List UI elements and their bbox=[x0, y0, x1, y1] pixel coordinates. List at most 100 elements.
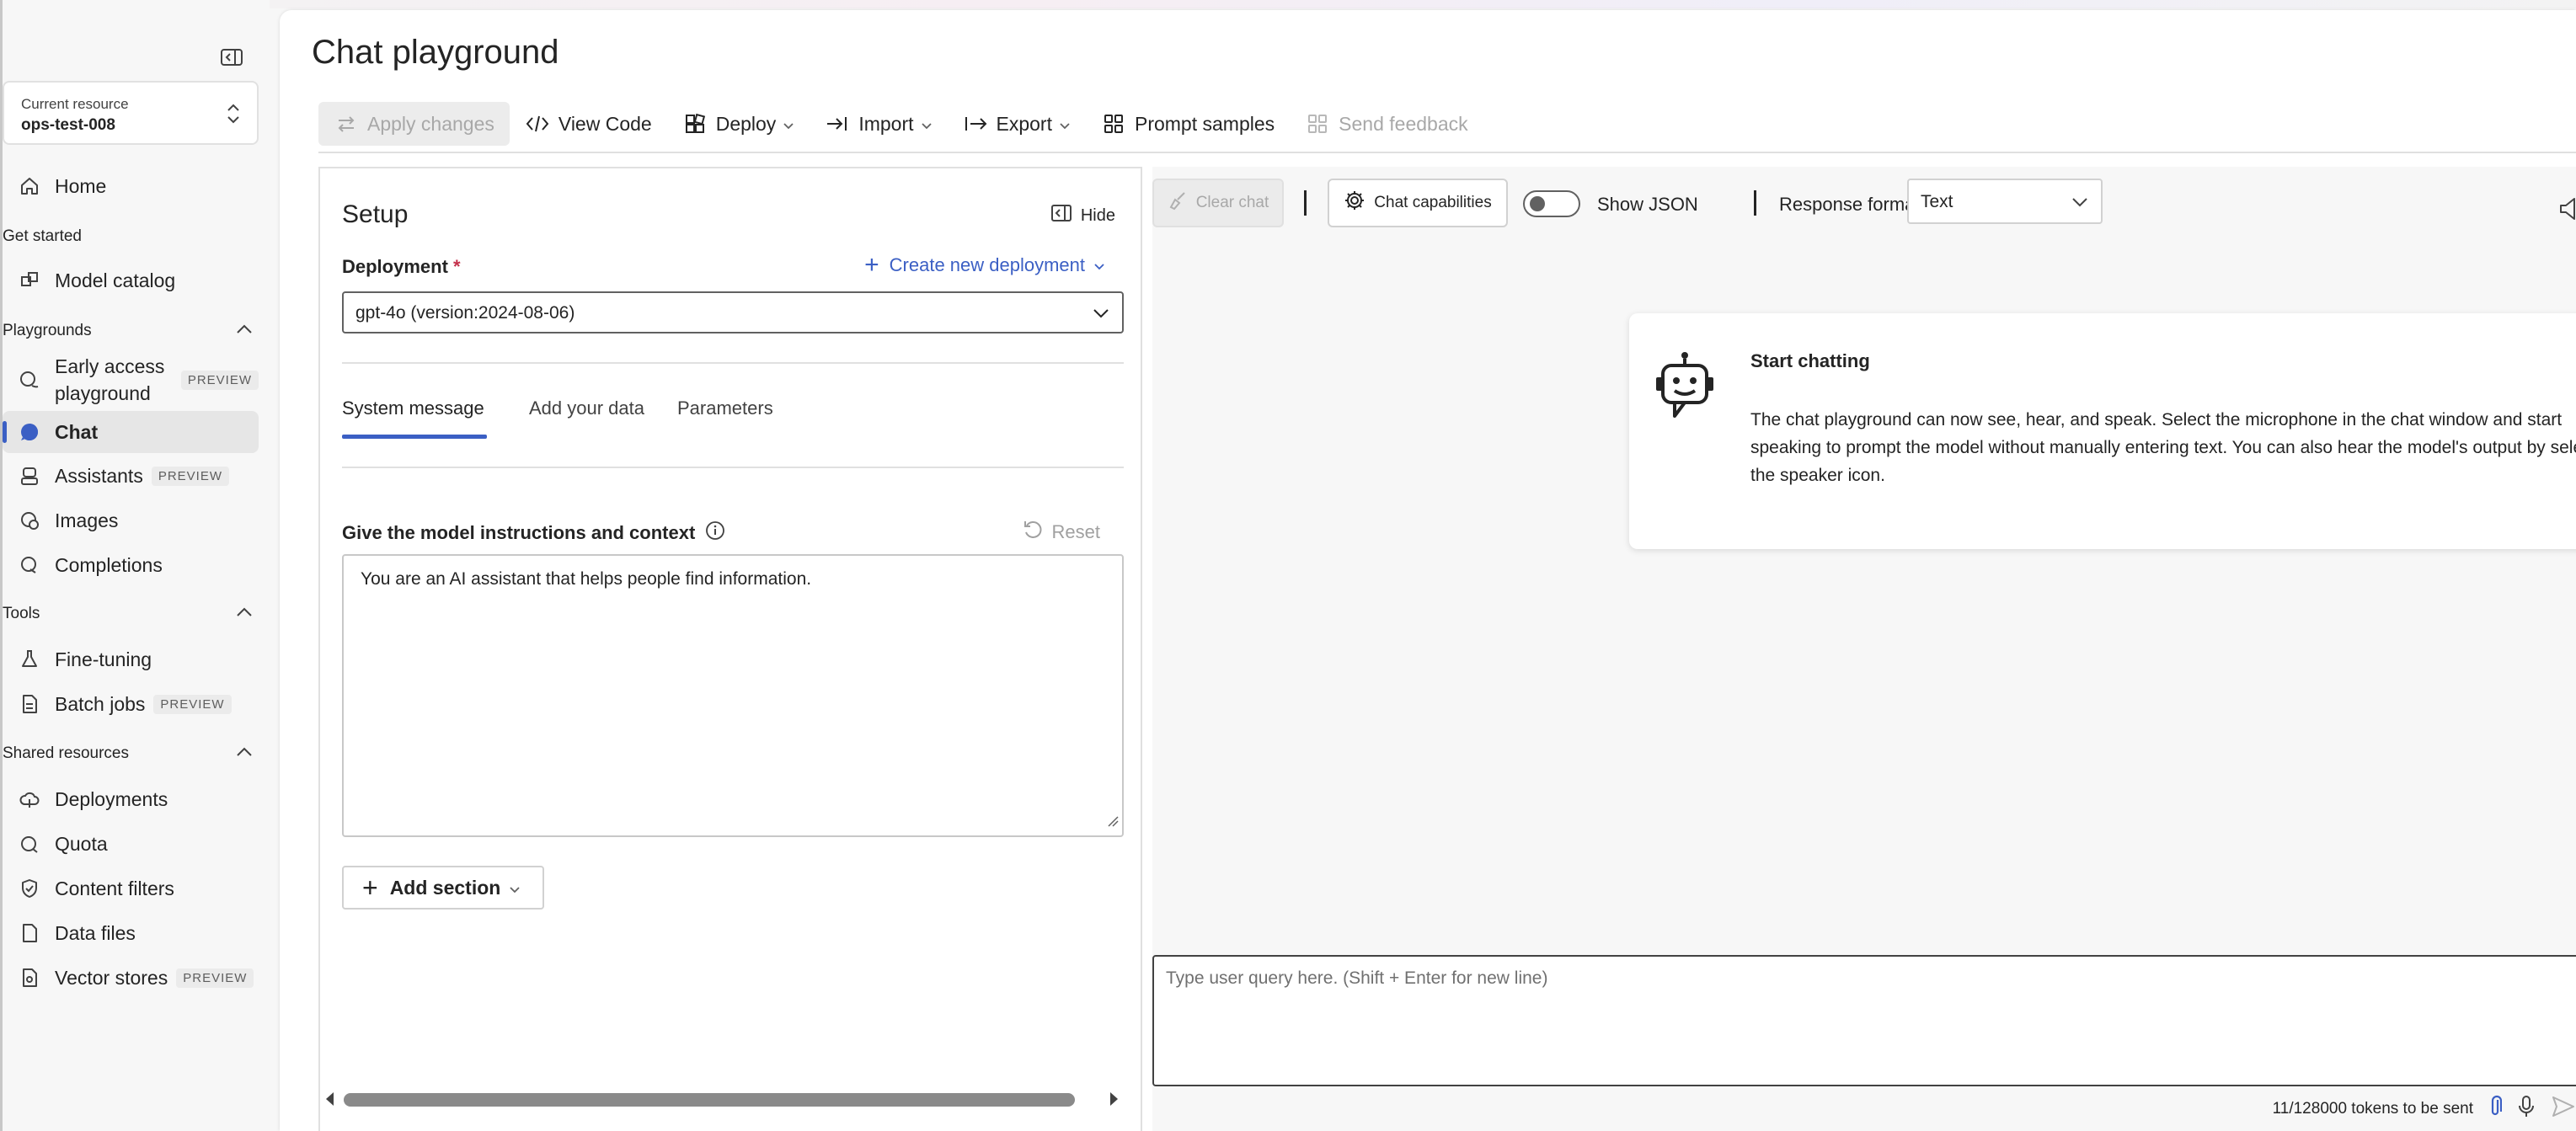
flask-icon bbox=[14, 644, 45, 675]
hide-label: Hide bbox=[1080, 205, 1115, 225]
preview-badge: PREVIEW bbox=[153, 694, 232, 714]
horizontal-scrollbar[interactable] bbox=[320, 1086, 1142, 1112]
import-arrow-icon bbox=[825, 111, 850, 136]
import-label: Import bbox=[858, 112, 914, 135]
section-shared-resources[interactable]: Shared resources bbox=[3, 744, 259, 763]
token-counter-bar: 11/128000 tokens to be sent bbox=[2205, 1095, 2576, 1123]
sidebar-item-label: Vector stores bbox=[55, 966, 168, 989]
deployment-label-text: Deployment bbox=[342, 256, 448, 277]
divider bbox=[342, 362, 1124, 364]
scroll-left-arrow-icon[interactable] bbox=[323, 1091, 335, 1112]
broom-icon bbox=[1168, 190, 1188, 216]
sidebar-item-label: Content filters bbox=[55, 877, 174, 899]
sidebar-item-assistants[interactable]: Assistants PREVIEW bbox=[3, 455, 259, 497]
show-json-label: Show JSON bbox=[1597, 194, 1698, 215]
current-resource-selector[interactable]: Current resource ops-test-008 bbox=[3, 81, 259, 145]
response-format-label: Response format bbox=[1779, 194, 1921, 215]
deployment-select[interactable]: gpt-4o (version:2024-08-06) bbox=[342, 291, 1124, 333]
create-new-deployment-button[interactable]: + Create new deployment bbox=[864, 253, 1105, 278]
sidebar-item-label: Deployments bbox=[55, 787, 168, 810]
section-label: Tools bbox=[3, 605, 40, 622]
collapse-sidebar-button[interactable] bbox=[216, 42, 247, 72]
apply-changes-button[interactable]: Apply changes bbox=[318, 102, 510, 146]
send-icon[interactable] bbox=[2551, 1095, 2576, 1123]
sidebar-item-model-catalog[interactable]: Model catalog bbox=[3, 259, 259, 301]
chevron-down-icon bbox=[1092, 305, 1110, 325]
sidebar-item-vector-stores[interactable]: Vector stores PREVIEW bbox=[3, 957, 259, 999]
sidebar-item-label: Model catalog bbox=[55, 269, 176, 291]
response-format-select[interactable]: Text bbox=[1907, 179, 2103, 224]
chevron-down-icon bbox=[783, 113, 794, 136]
page-title: Chat playground bbox=[312, 34, 559, 71]
sidebar-item-label: Chat bbox=[55, 420, 99, 443]
sidebar-item-data-files[interactable]: Data files bbox=[3, 912, 259, 954]
deploy-button[interactable]: Deploy bbox=[667, 102, 810, 146]
sidebar-item-label: Images bbox=[55, 509, 119, 531]
feedback-grid-icon bbox=[1305, 111, 1330, 136]
show-json-toggle[interactable] bbox=[1523, 190, 1580, 217]
tab-system-message[interactable]: System message bbox=[342, 397, 484, 419]
chat-capabilities-label: Chat capabilities bbox=[1374, 194, 1492, 211]
grid-icon bbox=[1101, 111, 1126, 136]
sidebar-item-deployments[interactable]: Deployments bbox=[3, 778, 259, 820]
add-section-label: Add section bbox=[389, 876, 501, 899]
deployment-label: Deployment * bbox=[342, 256, 461, 278]
chat-capabilities-button[interactable]: Chat capabilities bbox=[1328, 179, 1508, 227]
view-code-button[interactable]: View Code bbox=[510, 102, 667, 146]
toggle-knob bbox=[1530, 196, 1545, 211]
start-chatting-card: Start chatting The chat playground can n… bbox=[1629, 313, 2576, 549]
sidebar-item-early-access-playground[interactable]: Early access playground PREVIEW bbox=[3, 350, 259, 409]
section-tools[interactable]: Tools bbox=[3, 605, 259, 623]
sidebar-item-chat[interactable]: Chat bbox=[3, 411, 259, 453]
file-icon bbox=[14, 918, 45, 948]
tab-add-your-data[interactable]: Add your data bbox=[529, 397, 644, 419]
section-get-started: Get started bbox=[3, 227, 259, 246]
chevron-down-icon bbox=[2071, 194, 2089, 214]
sidebar-item-content-filters[interactable]: Content filters bbox=[3, 867, 259, 910]
sidebar-item-quota[interactable]: Quota bbox=[3, 823, 259, 865]
system-message-textarea[interactable]: You are an AI assistant that helps peopl… bbox=[342, 554, 1124, 837]
export-button[interactable]: Export bbox=[948, 102, 1086, 146]
tab-parameters[interactable]: Parameters bbox=[677, 397, 773, 419]
chevron-down-icon bbox=[1093, 254, 1105, 276]
sidebar-item-label: Batch jobs bbox=[55, 692, 146, 715]
import-button[interactable]: Import bbox=[810, 102, 947, 146]
send-feedback-button[interactable]: Send feedback bbox=[1290, 102, 1483, 146]
sidebar-item-images[interactable]: Images bbox=[3, 499, 259, 541]
toolbar-separator bbox=[1754, 190, 1756, 216]
sidebar-item-label: Data files bbox=[55, 921, 136, 944]
section-playgrounds[interactable]: Playgrounds bbox=[3, 322, 259, 340]
reset-button[interactable]: Reset bbox=[1022, 519, 1100, 546]
create-deployment-label: Create new deployment bbox=[889, 254, 1085, 275]
chevron-down-icon bbox=[1059, 113, 1071, 136]
image-icon bbox=[14, 505, 45, 536]
clear-chat-button[interactable]: Clear chat bbox=[1152, 179, 1284, 227]
setup-title: Setup bbox=[342, 200, 409, 228]
sidebar-item-batch-jobs[interactable]: Batch jobs PREVIEW bbox=[3, 683, 259, 725]
toolbar-separator bbox=[1304, 190, 1307, 216]
sidebar-item-label: Assistants bbox=[55, 464, 143, 487]
microphone-icon[interactable] bbox=[2517, 1095, 2536, 1123]
prompt-samples-button[interactable]: Prompt samples bbox=[1086, 102, 1290, 146]
hide-setup-button[interactable]: Hide bbox=[1050, 204, 1115, 227]
sidebar-item-completions[interactable]: Completions bbox=[3, 544, 259, 586]
deploy-icon bbox=[682, 111, 708, 136]
user-query-input[interactable]: Type user query here. (Shift + Enter for… bbox=[1152, 955, 2576, 1086]
scrollbar-thumb[interactable] bbox=[344, 1093, 1075, 1107]
section-label: Shared resources bbox=[3, 744, 129, 762]
sidebar-item-fine-tuning[interactable]: Fine-tuning bbox=[3, 638, 259, 680]
info-icon[interactable] bbox=[705, 520, 725, 546]
add-section-button[interactable]: + Add section bbox=[342, 866, 544, 910]
main-content: Chat playground Apply changes View Code … bbox=[280, 10, 2576, 1131]
resize-grip-icon[interactable] bbox=[1107, 812, 1119, 832]
instructions-label: Give the model instructions and context bbox=[342, 520, 725, 546]
sidebar-item-home[interactable]: Home bbox=[3, 165, 259, 207]
chat-bubbles-icon bbox=[14, 365, 45, 395]
reset-label: Reset bbox=[1051, 521, 1100, 542]
scroll-right-arrow-icon[interactable] bbox=[1109, 1091, 1120, 1112]
attach-icon[interactable] bbox=[2488, 1095, 2503, 1123]
sidebar-item-label: Fine-tuning bbox=[55, 648, 152, 670]
assistant-icon bbox=[14, 461, 45, 491]
speaker-icon[interactable] bbox=[2559, 197, 2576, 225]
preview-badge: PREVIEW bbox=[151, 466, 230, 486]
